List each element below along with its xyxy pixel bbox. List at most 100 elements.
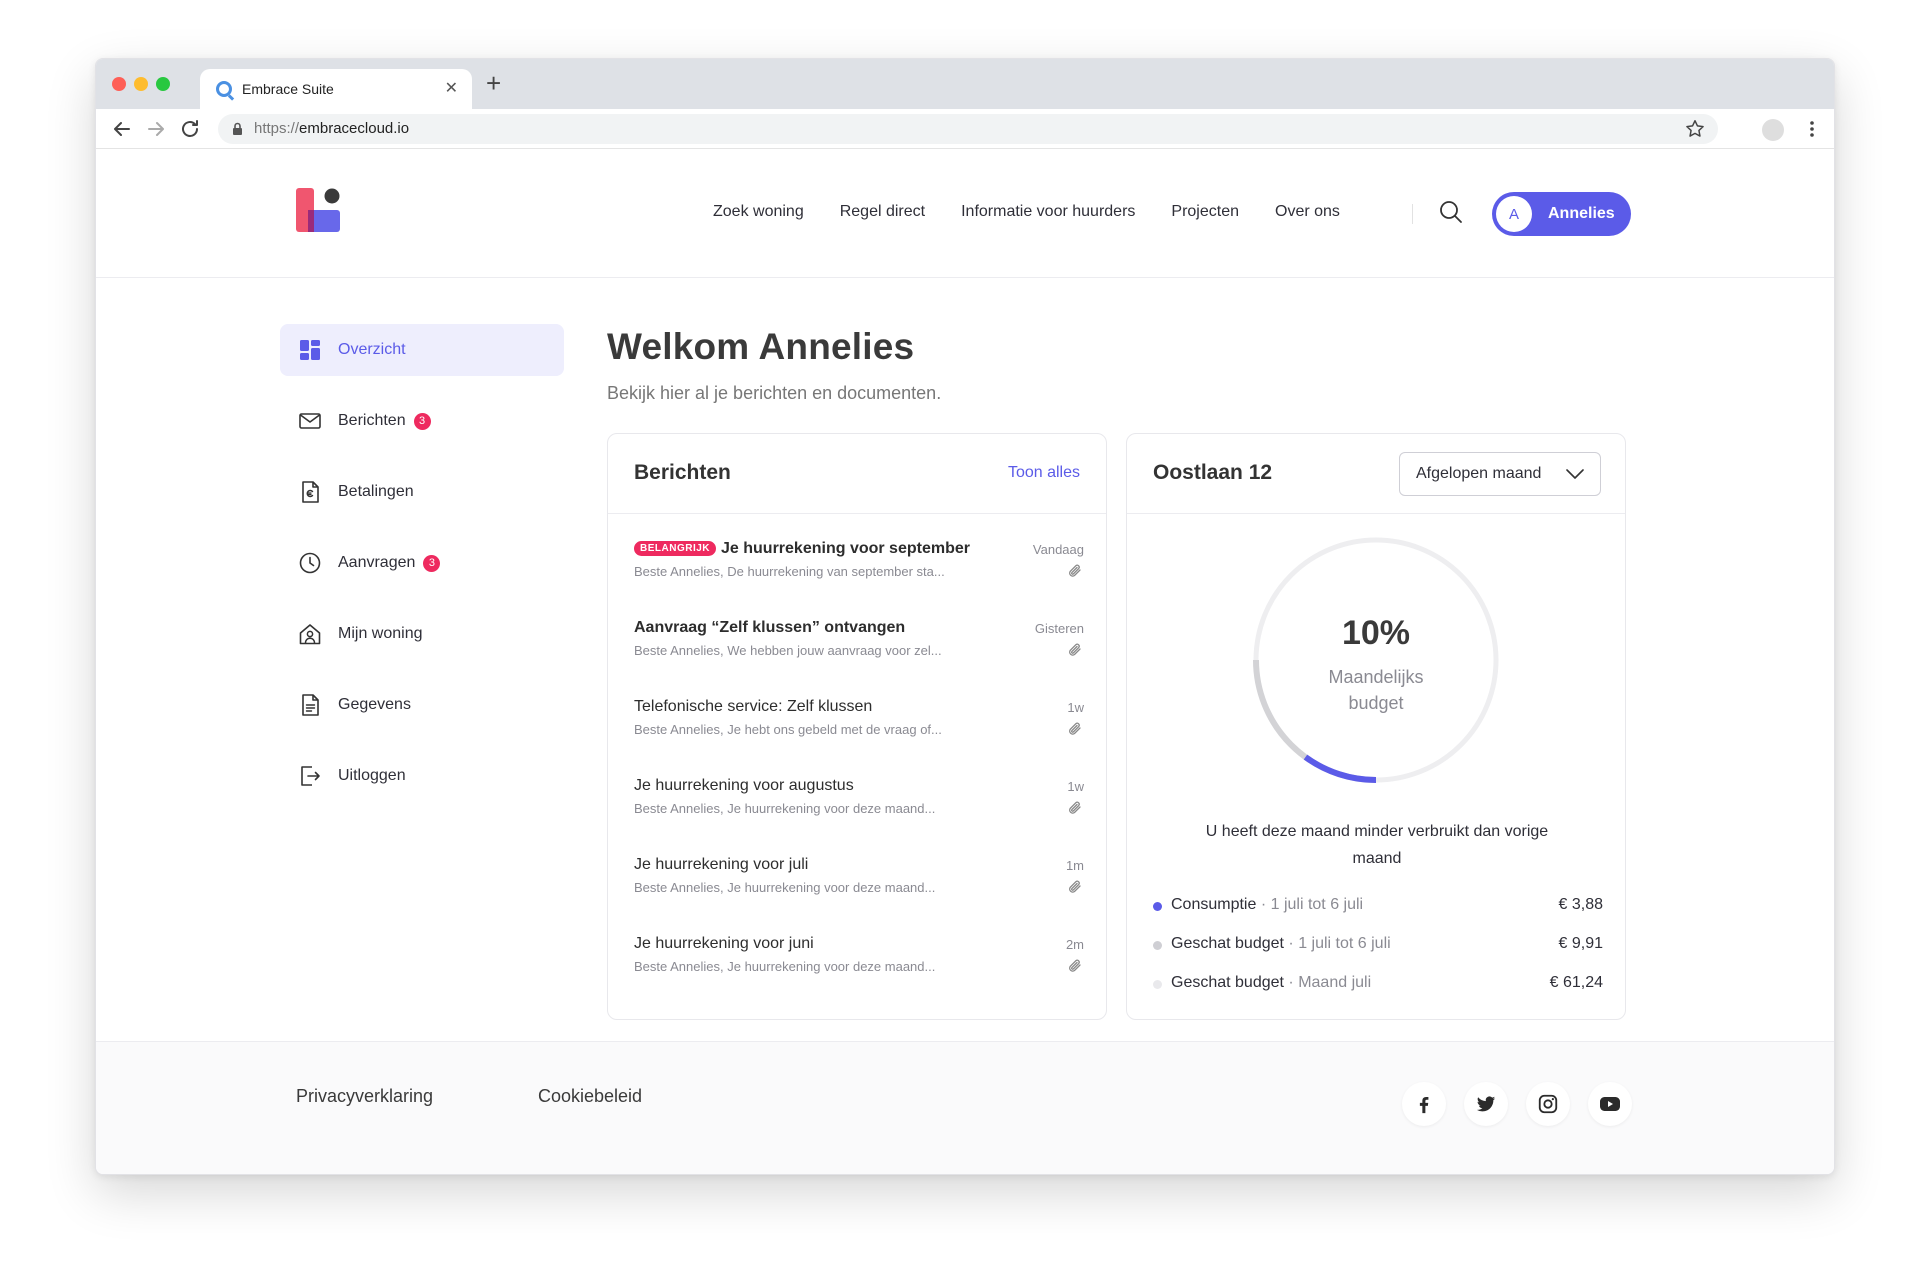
message-time: Gisteren <box>1034 621 1084 636</box>
paperclip-icon <box>1069 722 1081 735</box>
sidebar-item-label: Gegevens <box>338 696 411 713</box>
instagram-icon <box>1538 1094 1558 1114</box>
budget-note: U heeft deze maand minder verbruikt dan … <box>1205 823 1549 867</box>
user-name: Annelies <box>1548 205 1615 222</box>
legend-item: Geschat budget · 1 juli tot 6 juli € 9,9… <box>1153 933 1603 957</box>
sidebar-item-overzicht[interactable]: Overzicht <box>280 324 564 376</box>
cookie-link[interactable]: Cookiebeleid <box>538 1086 642 1107</box>
message-title: Je huurrekening voor juni <box>634 935 814 952</box>
facebook-button[interactable] <box>1402 1082 1446 1126</box>
messages-card-title: Berichten <box>634 461 731 484</box>
site-footer: Privacyverklaring Cookiebeleid <box>96 1041 1834 1174</box>
message-title: Je huurrekening voor juli <box>634 856 809 873</box>
search-icon[interactable] <box>1438 199 1464 225</box>
legend-dot <box>1153 980 1162 989</box>
budget-label: Maandelijks budget <box>1328 667 1424 713</box>
message-item[interactable]: Aanvraag “Zelf klussen” ontvangen Beste … <box>634 619 1084 679</box>
messages-card: Berichten Toon alles BELANGRIJK Je huurre… <box>607 433 1107 1020</box>
site-header: Zoek woning Regel direct Informatie voor… <box>96 150 1834 278</box>
browser-tab[interactable]: Embrace Suite ✕ <box>200 69 472 109</box>
nav-informatie-voor-huurders[interactable]: Informatie voor huurders <box>961 198 1135 226</box>
messages-card-header: Berichten Toon alles <box>608 434 1106 514</box>
message-title: Je huurrekening voor augustus <box>634 777 854 794</box>
message-item[interactable]: Je huurrekening voor juni Beste Annelies… <box>634 935 1084 995</box>
period-select[interactable]: Afgelopen maand <box>1399 452 1601 496</box>
close-window-button[interactable] <box>112 77 126 91</box>
instagram-button[interactable] <box>1526 1082 1570 1126</box>
message-preview: Beste Annelies, Je hebt ons gebeld met d… <box>634 722 942 737</box>
sidebar-item-label: Mijn woning <box>338 625 423 642</box>
embrace-logo-icon[interactable] <box>296 188 342 234</box>
sidebar-item-betalingen[interactable]: Betalingen <box>280 466 564 518</box>
paperclip-icon <box>1069 959 1081 972</box>
sidebar-item-aanvragen[interactable]: Aanvragen 3 <box>280 537 564 589</box>
back-arrow-icon[interactable] <box>110 117 134 141</box>
budget-card-header: Oostlaan 12 Afgelopen maand <box>1127 434 1625 514</box>
nav-divider <box>1412 204 1413 224</box>
sidebar-item-uitloggen[interactable]: Uitloggen <box>280 750 564 802</box>
message-item[interactable]: BELANGRIJK Je huurrekening voor september… <box>634 540 1084 600</box>
budget-card: Oostlaan 12 Afgelopen maand 10% Maandeli… <box>1126 433 1626 1020</box>
url-text: https://embracecloud.io <box>254 120 410 137</box>
sidebar-item-mijn-woning[interactable]: Mijn woning <box>280 608 564 660</box>
new-tab-icon[interactable]: + <box>486 69 501 97</box>
bookmark-star-icon[interactable] <box>1684 118 1706 140</box>
sidebar-item-berichten[interactable]: Berichten 3 <box>280 395 564 447</box>
document-icon <box>302 694 319 716</box>
message-preview: Beste Annelies, De huurrekening van sept… <box>634 564 945 579</box>
page-title: Welkom Annelies <box>607 326 915 367</box>
nav-zoek-woning[interactable]: Zoek woning <box>713 198 804 226</box>
sidebar-item-label: Uitloggen <box>338 767 406 784</box>
message-time: 1m <box>1065 858 1084 873</box>
paperclip-icon <box>1069 643 1081 656</box>
browser-profile-avatar[interactable] <box>1762 119 1784 141</box>
forward-arrow-icon[interactable] <box>144 117 168 141</box>
show-all-link[interactable]: Toon alles <box>1008 464 1080 482</box>
youtube-button[interactable] <box>1588 1082 1632 1126</box>
main-nav: Zoek woning Regel direct Informatie voor… <box>713 198 1376 226</box>
reload-icon[interactable] <box>178 117 202 141</box>
user-menu-button[interactable]: A Annelies <box>1492 192 1631 236</box>
nav-projecten[interactable]: Projecten <box>1171 198 1239 226</box>
request-badge: 3 <box>423 554 441 572</box>
consumption-arc <box>1303 754 1377 783</box>
sidebar: Overzicht Berichten 3 Betalingen Aanvrag… <box>280 324 564 821</box>
message-title: Aanvraag “Zelf klussen” ontvangen <box>634 619 906 636</box>
message-item[interactable]: Telefonische service: Zelf klussen Beste… <box>634 698 1084 758</box>
message-item[interactable]: Je huurrekening voor augustus Beste Anne… <box>634 777 1084 837</box>
nav-regel-direct[interactable]: Regel direct <box>840 198 925 226</box>
message-time: Vandaag <box>1032 542 1084 557</box>
chevron-down-icon <box>1566 469 1584 479</box>
paperclip-icon <box>1069 564 1081 577</box>
privacy-link[interactable]: Privacyverklaring <box>296 1086 433 1107</box>
sidebar-item-label: Overzicht <box>338 341 406 358</box>
dashboard-icon <box>300 340 320 360</box>
paperclip-icon <box>1069 880 1081 893</box>
sidebar-item-label: Aanvragen <box>338 554 416 571</box>
maximize-window-button[interactable] <box>156 77 170 91</box>
unread-badge: 3 <box>413 412 431 430</box>
browser-menu-icon[interactable] <box>1802 119 1822 139</box>
mail-icon <box>299 413 321 429</box>
address-bar[interactable]: https://embracecloud.io <box>218 114 1718 144</box>
minimize-window-button[interactable] <box>134 77 148 91</box>
sidebar-item-label: Betalingen <box>338 483 414 500</box>
payment-document-icon <box>302 481 319 503</box>
browser-window: Embrace Suite ✕ + https://embracecloud.i… <box>95 58 1835 1175</box>
user-avatar: A <box>1496 196 1532 232</box>
twitter-icon <box>1476 1096 1496 1112</box>
twitter-button[interactable] <box>1464 1082 1508 1126</box>
legend-item: Geschat budget · Maand juli € 61,24 <box>1153 972 1603 996</box>
message-preview: Beste Annelies, Je huurrekening voor dez… <box>634 880 936 895</box>
logout-icon <box>301 766 320 786</box>
facebook-icon <box>1419 1096 1429 1114</box>
tab-close-icon[interactable]: ✕ <box>445 79 458 99</box>
message-item[interactable]: Je huurrekening voor juli Beste Annelies… <box>634 856 1084 916</box>
message-time: 2m <box>1065 937 1084 952</box>
nav-over-ons[interactable]: Over ons <box>1275 198 1340 226</box>
clock-icon <box>299 552 321 574</box>
address-title: Oostlaan 12 <box>1153 461 1273 484</box>
sidebar-item-gegevens[interactable]: Gegevens <box>280 679 564 731</box>
legend-label: Consumptie · 1 juli tot 6 juli <box>1171 896 1364 913</box>
legend-dot <box>1153 902 1162 911</box>
